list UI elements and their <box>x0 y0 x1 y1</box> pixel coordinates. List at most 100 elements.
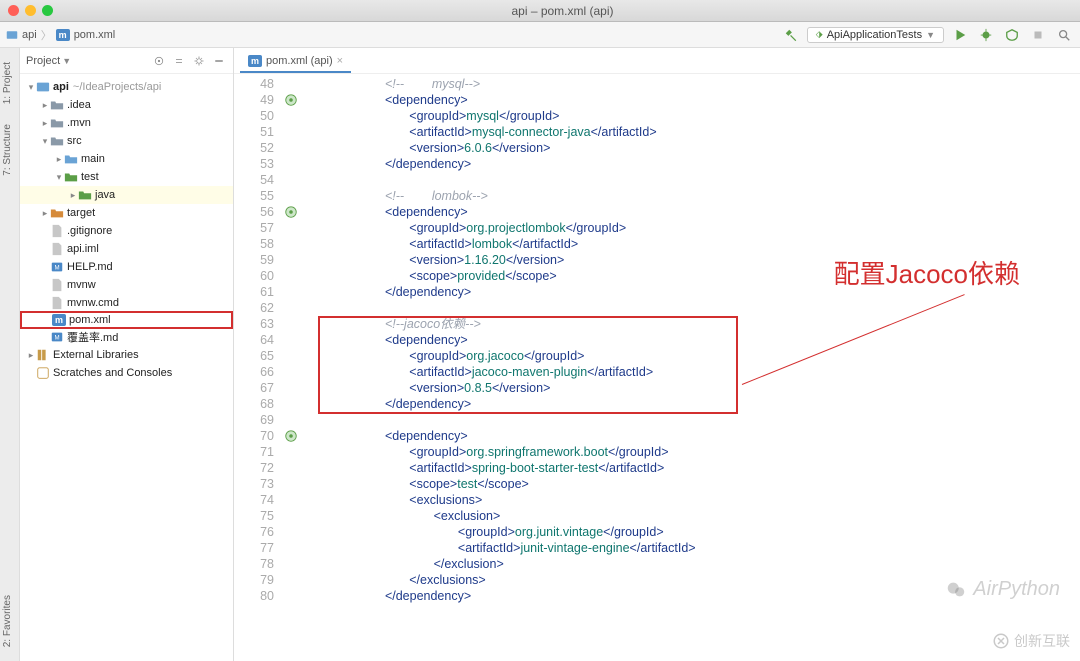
code-line[interactable]: <!--jacoco依赖--> <box>312 316 1080 332</box>
locate-icon[interactable] <box>151 53 167 69</box>
code-line[interactable]: <artifactId>spring-boot-starter-test</ar… <box>312 460 1080 476</box>
code-line[interactable]: </dependency> <box>312 396 1080 412</box>
stop-button[interactable] <box>1028 25 1048 45</box>
code-view[interactable]: 4849505152535455565758596061626364656667… <box>234 74 1080 661</box>
tree-item-mvnw[interactable]: mvnw <box>20 276 233 294</box>
disclosure-icon[interactable]: ▾ <box>40 136 50 147</box>
tree-item-.mvn[interactable]: ▸.mvn <box>20 114 233 132</box>
code-line[interactable]: <groupId>org.jacoco</groupId> <box>312 348 1080 364</box>
code-line[interactable]: <version>0.8.5</version> <box>312 380 1080 396</box>
svg-text:M: M <box>54 335 59 342</box>
debug-button[interactable] <box>976 25 996 45</box>
code-area[interactable]: 配置Jacoco依赖 <!-- mysql--> <dependency> <g… <box>312 74 1080 661</box>
breadcrumb-project[interactable]: api <box>22 29 37 41</box>
editor-tab-pom[interactable]: m pom.xml (api) × <box>240 51 351 73</box>
code-line[interactable]: <groupId>org.projectlombok</groupId> <box>312 220 1080 236</box>
gutter-mark <box>282 268 312 284</box>
tree-item-External Libraries[interactable]: ▸External Libraries <box>20 346 233 364</box>
override-icon[interactable] <box>284 93 298 107</box>
minimize-icon[interactable] <box>25 5 36 16</box>
tree-item-api[interactable]: ▾api~/IdeaProjects/api <box>20 78 233 96</box>
tree-item-.gitignore[interactable]: .gitignore <box>20 222 233 240</box>
line-number: 76 <box>234 524 282 540</box>
disclosure-icon[interactable]: ▸ <box>54 154 64 165</box>
folder-icon <box>50 134 64 148</box>
code-line[interactable]: <!-- mysql--> <box>312 76 1080 92</box>
code-line[interactable] <box>312 172 1080 188</box>
maven-icon: m <box>52 313 66 327</box>
code-line[interactable]: <artifactId>jacoco-maven-plugin</artifac… <box>312 364 1080 380</box>
expand-icon[interactable] <box>171 53 187 69</box>
close-tab-icon[interactable]: × <box>337 55 343 67</box>
breadcrumb[interactable]: api 〉 m pom.xml <box>6 27 115 43</box>
code-line[interactable]: <dependency> <box>312 428 1080 444</box>
tree-item-target[interactable]: ▸target <box>20 204 233 222</box>
disclosure-icon[interactable]: ▾ <box>26 82 36 93</box>
disclosure-icon[interactable]: ▾ <box>54 172 64 183</box>
gutter-mark <box>282 492 312 508</box>
hide-icon[interactable] <box>211 53 227 69</box>
code-line[interactable]: <artifactId>lombok</artifactId> <box>312 236 1080 252</box>
tree-item-.idea[interactable]: ▸.idea <box>20 96 233 114</box>
disclosure-icon[interactable]: ▸ <box>40 100 50 111</box>
code-line[interactable]: <groupId>org.junit.vintage</groupId> <box>312 524 1080 540</box>
disclosure-icon[interactable]: ▸ <box>68 190 78 201</box>
window-controls[interactable] <box>8 5 53 16</box>
code-line[interactable]: </dependency> <box>312 284 1080 300</box>
build-button[interactable] <box>781 25 801 45</box>
code-line[interactable]: <!-- lombok--> <box>312 188 1080 204</box>
tree-label: 覆盖率.md <box>67 329 118 345</box>
tree-item-Scratches and Consoles[interactable]: Scratches and Consoles <box>20 364 233 382</box>
tree-item-test[interactable]: ▾test <box>20 168 233 186</box>
run-config-selector[interactable]: ⬗ ApiApplicationTests ▼ <box>807 27 944 43</box>
override-icon[interactable] <box>284 205 298 219</box>
rail-tab-favorites[interactable]: 2: Favorites <box>0 589 15 653</box>
override-icon[interactable] <box>284 429 298 443</box>
rail-tab-structure[interactable]: 7: Structure <box>0 118 15 182</box>
disclosure-icon[interactable]: ▸ <box>40 118 50 129</box>
search-button[interactable] <box>1054 25 1074 45</box>
tree-item-main[interactable]: ▸main <box>20 150 233 168</box>
run-button[interactable] <box>950 25 970 45</box>
code-line[interactable] <box>312 412 1080 428</box>
coverage-button[interactable] <box>1002 25 1022 45</box>
line-number: 49 <box>234 92 282 108</box>
code-line[interactable]: </exclusion> <box>312 556 1080 572</box>
code-line[interactable]: </dependency> <box>312 156 1080 172</box>
rail-tab-project[interactable]: 1: Project <box>0 56 15 110</box>
project-tree[interactable]: ▾api~/IdeaProjects/api▸.idea▸.mvn▾src▸ma… <box>20 74 233 386</box>
tree-item-mvnw.cmd[interactable]: mvnw.cmd <box>20 294 233 312</box>
tree-item-java[interactable]: ▸java <box>20 186 233 204</box>
tree-item-pom.xml[interactable]: mpom.xml <box>20 311 233 329</box>
tree-item-覆盖率.md[interactable]: M 覆盖率.md <box>20 328 233 346</box>
close-icon[interactable] <box>8 5 19 16</box>
code-line[interactable]: <dependency> <box>312 204 1080 220</box>
code-line[interactable]: <groupId>mysql</groupId> <box>312 108 1080 124</box>
module-icon <box>36 80 50 94</box>
line-number: 75 <box>234 508 282 524</box>
tree-item-src[interactable]: ▾src <box>20 132 233 150</box>
code-line[interactable]: <exclusions> <box>312 492 1080 508</box>
code-line[interactable]: <scope>provided</scope> <box>312 268 1080 284</box>
tree-label: mvnw.cmd <box>67 297 119 309</box>
code-line[interactable]: <dependency> <box>312 332 1080 348</box>
code-line[interactable]: <artifactId>junit-vintage-engine</artifa… <box>312 540 1080 556</box>
code-line[interactable] <box>312 300 1080 316</box>
breadcrumb-file[interactable]: pom.xml <box>74 29 116 41</box>
gear-icon[interactable] <box>191 53 207 69</box>
code-line[interactable]: <version>1.16.20</version> <box>312 252 1080 268</box>
maximize-icon[interactable] <box>42 5 53 16</box>
code-line[interactable]: <artifactId>mysql-connector-java</artifa… <box>312 124 1080 140</box>
tree-item-HELP.md[interactable]: MHELP.md <box>20 258 233 276</box>
code-line[interactable]: <version>6.0.6</version> <box>312 140 1080 156</box>
sidebar-title[interactable]: Project <box>26 55 60 67</box>
gutter-mark <box>282 188 312 204</box>
code-line[interactable]: <scope>test</scope> <box>312 476 1080 492</box>
code-line[interactable]: <dependency> <box>312 92 1080 108</box>
disclosure-icon[interactable]: ▸ <box>40 208 50 219</box>
code-line[interactable]: <exclusion> <box>312 508 1080 524</box>
tree-item-api.iml[interactable]: api.iml <box>20 240 233 258</box>
disclosure-icon[interactable]: ▸ <box>26 350 36 361</box>
code-line[interactable]: <groupId>org.springframework.boot</group… <box>312 444 1080 460</box>
chevron-down-icon[interactable]: ▼ <box>62 56 71 66</box>
